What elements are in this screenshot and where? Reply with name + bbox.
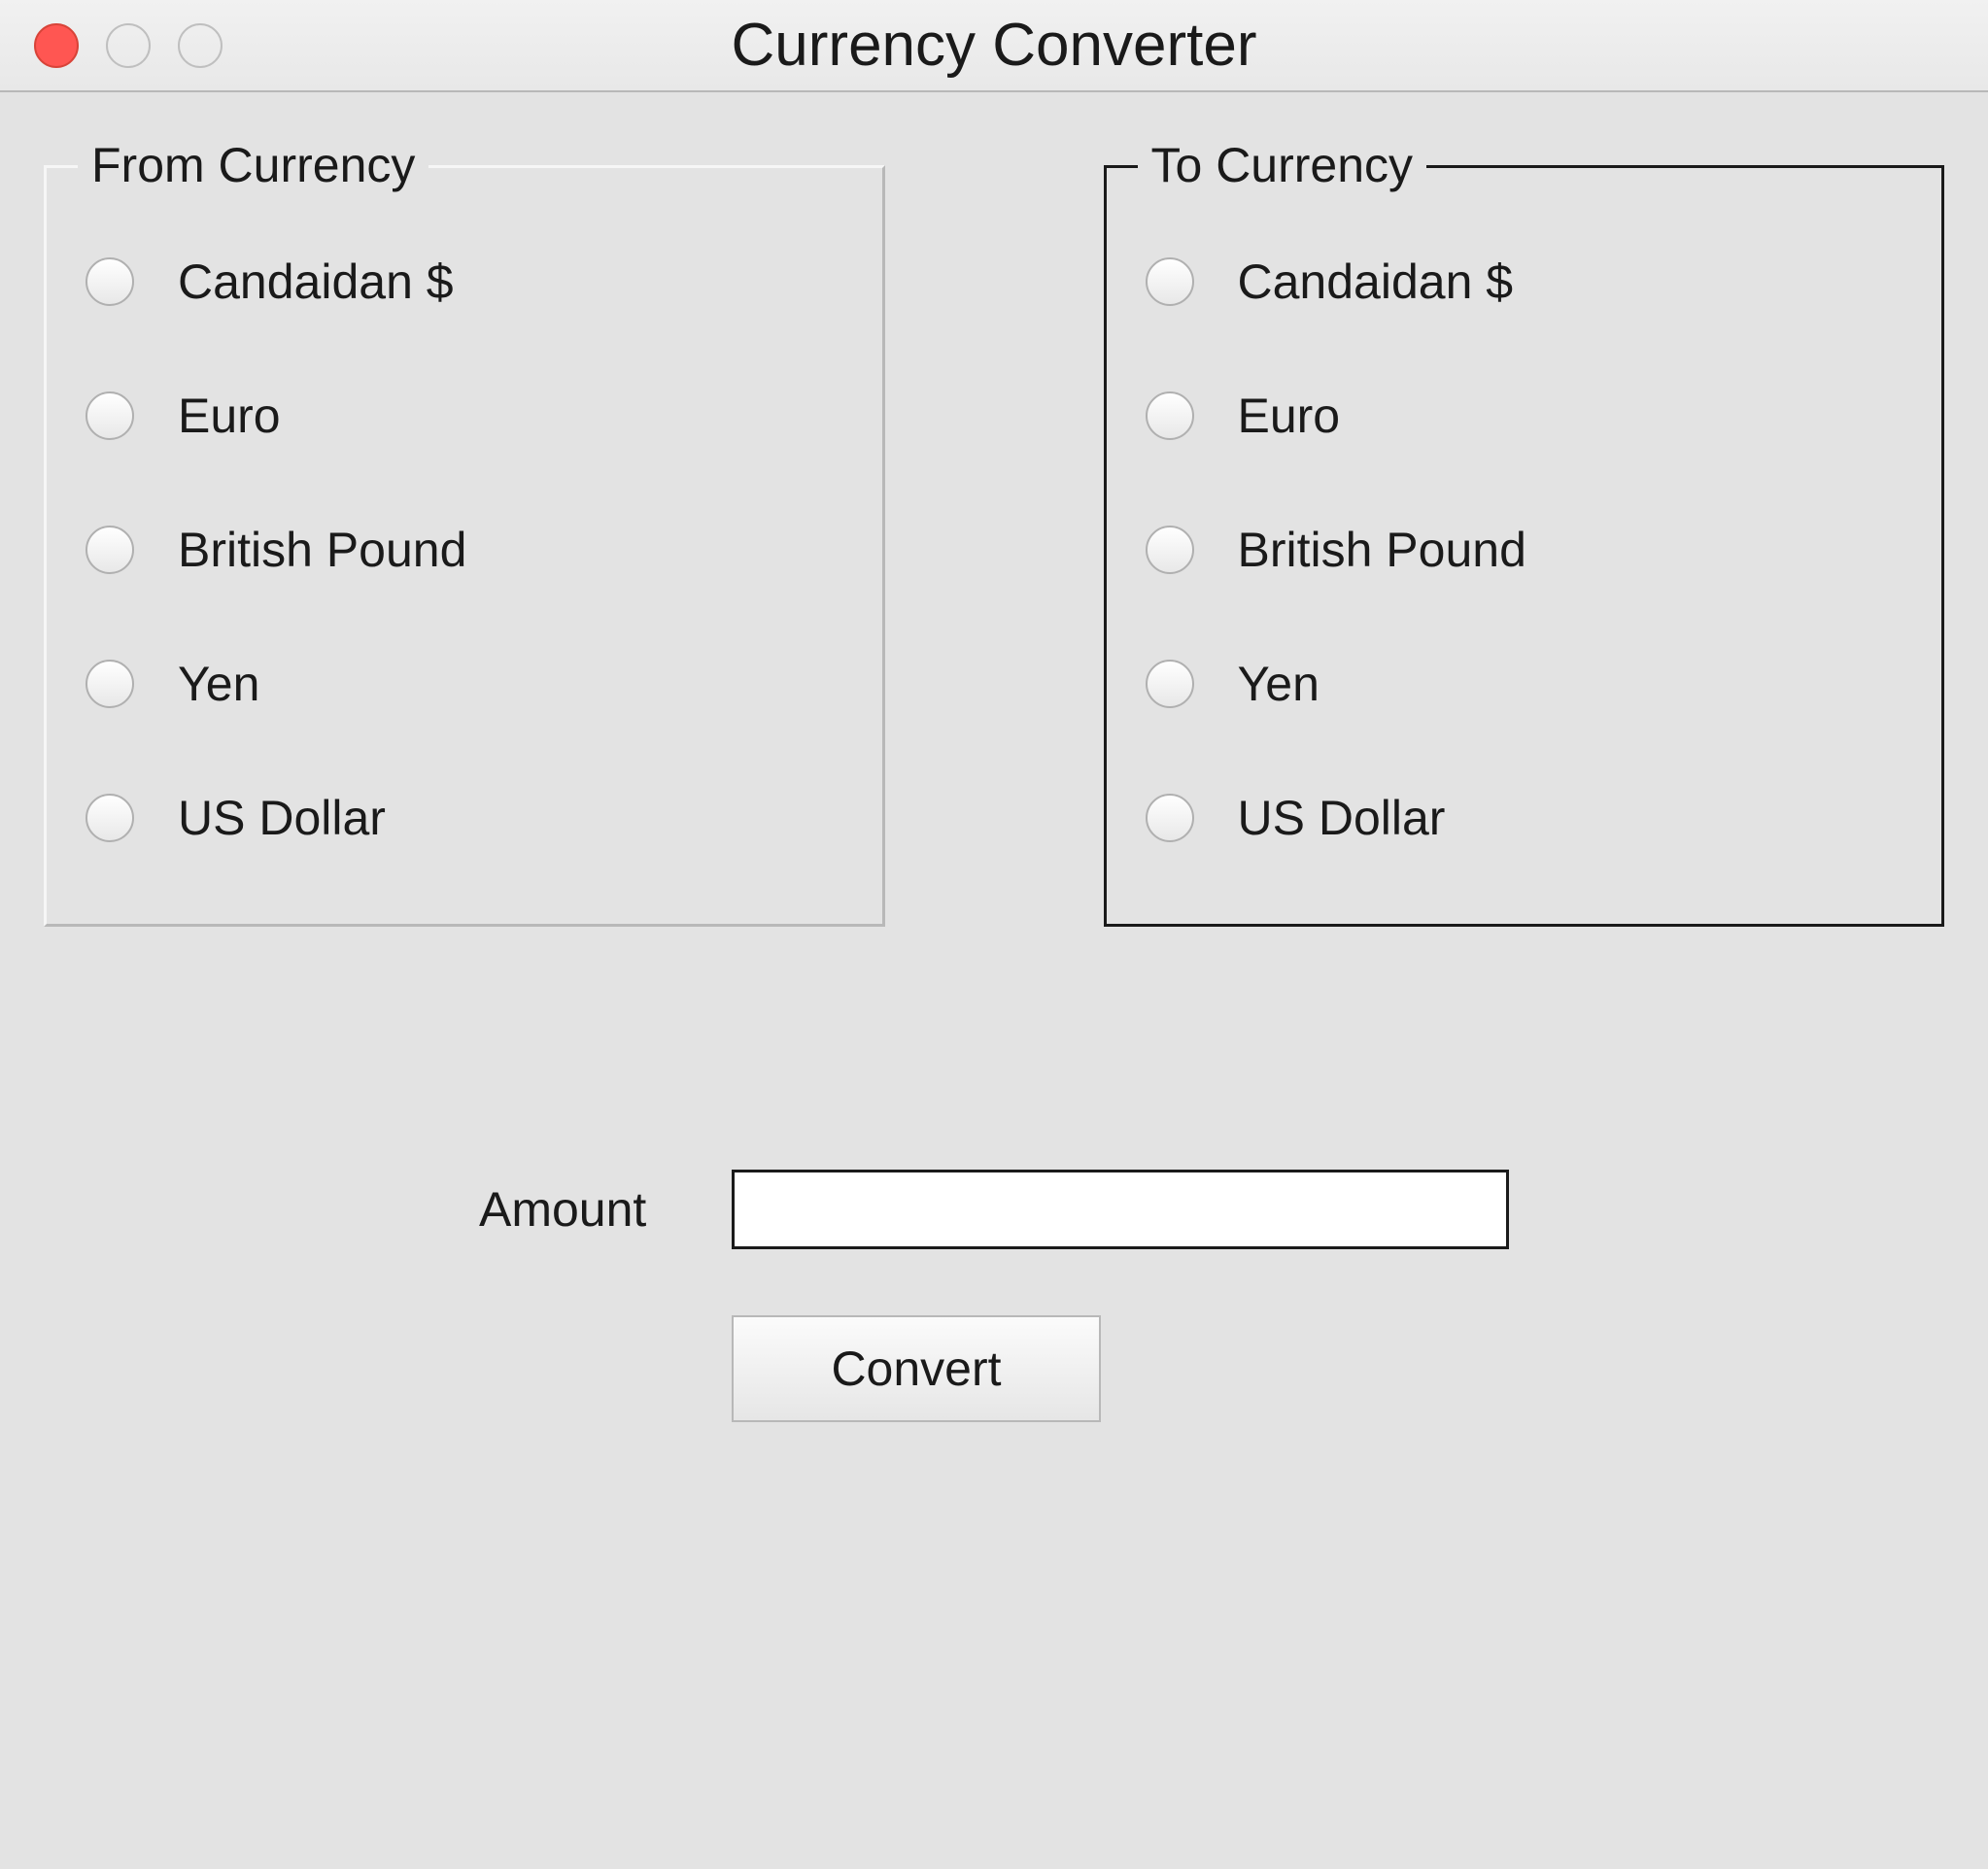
app-window: Currency Converter From Currency Candaid… <box>0 0 1988 1869</box>
radio-icon <box>86 660 134 708</box>
from-radio-british-pound[interactable]: British Pound <box>86 522 843 578</box>
form-area: Amount Convert <box>44 1170 1944 1422</box>
to-radio-us-dollar[interactable]: US Dollar <box>1146 790 1903 846</box>
from-currency-legend: From Currency <box>78 137 428 193</box>
to-radio-canadian[interactable]: Candaidan $ <box>1146 254 1903 310</box>
from-currency-group: From Currency Candaidan $ Euro British P… <box>44 165 885 927</box>
radio-label: US Dollar <box>178 790 386 846</box>
to-currency-legend: To Currency <box>1138 137 1427 193</box>
to-radio-yen[interactable]: Yen <box>1146 656 1903 712</box>
amount-label: Amount <box>479 1181 673 1238</box>
radio-label: Candaidan $ <box>1238 254 1514 310</box>
radio-label: Euro <box>178 388 281 444</box>
radio-label: Yen <box>178 656 259 712</box>
convert-row: Convert <box>479 1315 1509 1422</box>
radio-label: Candaidan $ <box>178 254 454 310</box>
from-radio-us-dollar[interactable]: US Dollar <box>86 790 843 846</box>
minimize-window-icon[interactable] <box>106 23 151 68</box>
to-radio-british-pound[interactable]: British Pound <box>1146 522 1903 578</box>
radio-icon <box>86 526 134 574</box>
radio-icon <box>1146 257 1194 306</box>
currency-groups-row: From Currency Candaidan $ Euro British P… <box>44 165 1944 927</box>
radio-label: British Pound <box>178 522 466 578</box>
radio-icon <box>86 257 134 306</box>
from-radio-euro[interactable]: Euro <box>86 388 843 444</box>
radio-icon <box>1146 794 1194 842</box>
to-radio-euro[interactable]: Euro <box>1146 388 1903 444</box>
close-window-icon[interactable] <box>34 23 79 68</box>
from-currency-list: Candaidan $ Euro British Pound Yen <box>86 254 843 846</box>
convert-button[interactable]: Convert <box>732 1315 1101 1422</box>
radio-label: Euro <box>1238 388 1341 444</box>
to-currency-group: To Currency Candaidan $ Euro British Pou… <box>1104 165 1945 927</box>
radio-icon <box>1146 660 1194 708</box>
window-title: Currency Converter <box>732 11 1257 80</box>
radio-icon <box>86 794 134 842</box>
window-controls <box>34 23 223 68</box>
amount-input[interactable] <box>732 1170 1509 1249</box>
from-radio-canadian[interactable]: Candaidan $ <box>86 254 843 310</box>
amount-row: Amount <box>479 1170 1509 1249</box>
radio-label: US Dollar <box>1238 790 1446 846</box>
radio-label: British Pound <box>1238 522 1526 578</box>
to-currency-list: Candaidan $ Euro British Pound Yen <box>1146 254 1903 846</box>
radio-icon <box>1146 391 1194 440</box>
content-area: From Currency Candaidan $ Euro British P… <box>0 92 1988 1869</box>
radio-label: Yen <box>1238 656 1320 712</box>
maximize-window-icon[interactable] <box>178 23 223 68</box>
from-radio-yen[interactable]: Yen <box>86 656 843 712</box>
spacer <box>479 1315 732 1422</box>
titlebar: Currency Converter <box>0 0 1988 92</box>
radio-icon <box>1146 526 1194 574</box>
radio-icon <box>86 391 134 440</box>
